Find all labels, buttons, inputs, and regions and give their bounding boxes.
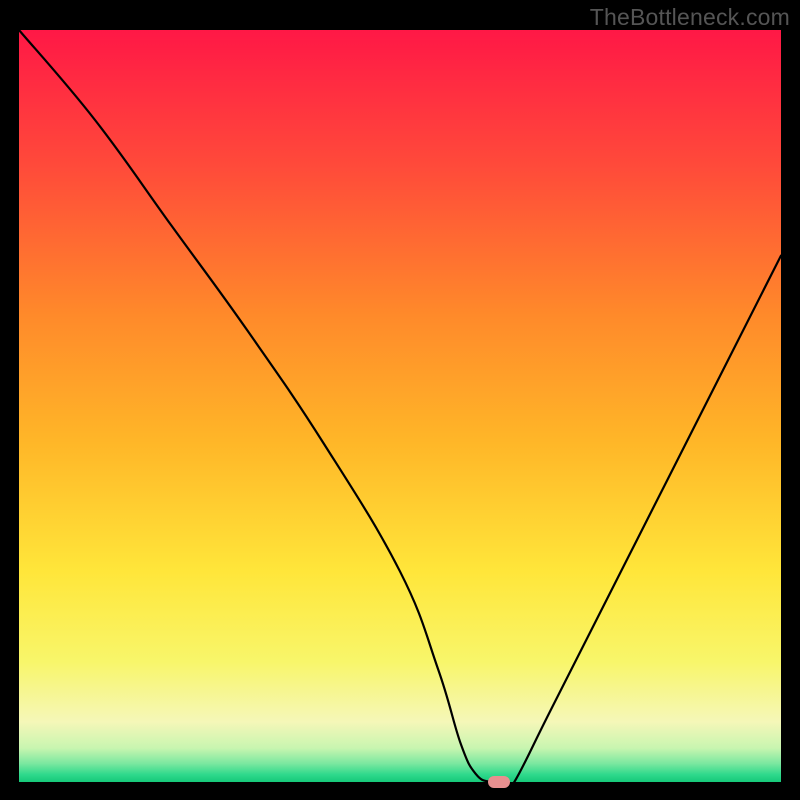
plot-area: [19, 30, 781, 782]
chart-frame: TheBottleneck.com: [0, 0, 800, 800]
bottleneck-curve: [19, 30, 781, 782]
watermark-label: TheBottleneck.com: [590, 4, 790, 31]
optimal-marker: [488, 776, 510, 788]
